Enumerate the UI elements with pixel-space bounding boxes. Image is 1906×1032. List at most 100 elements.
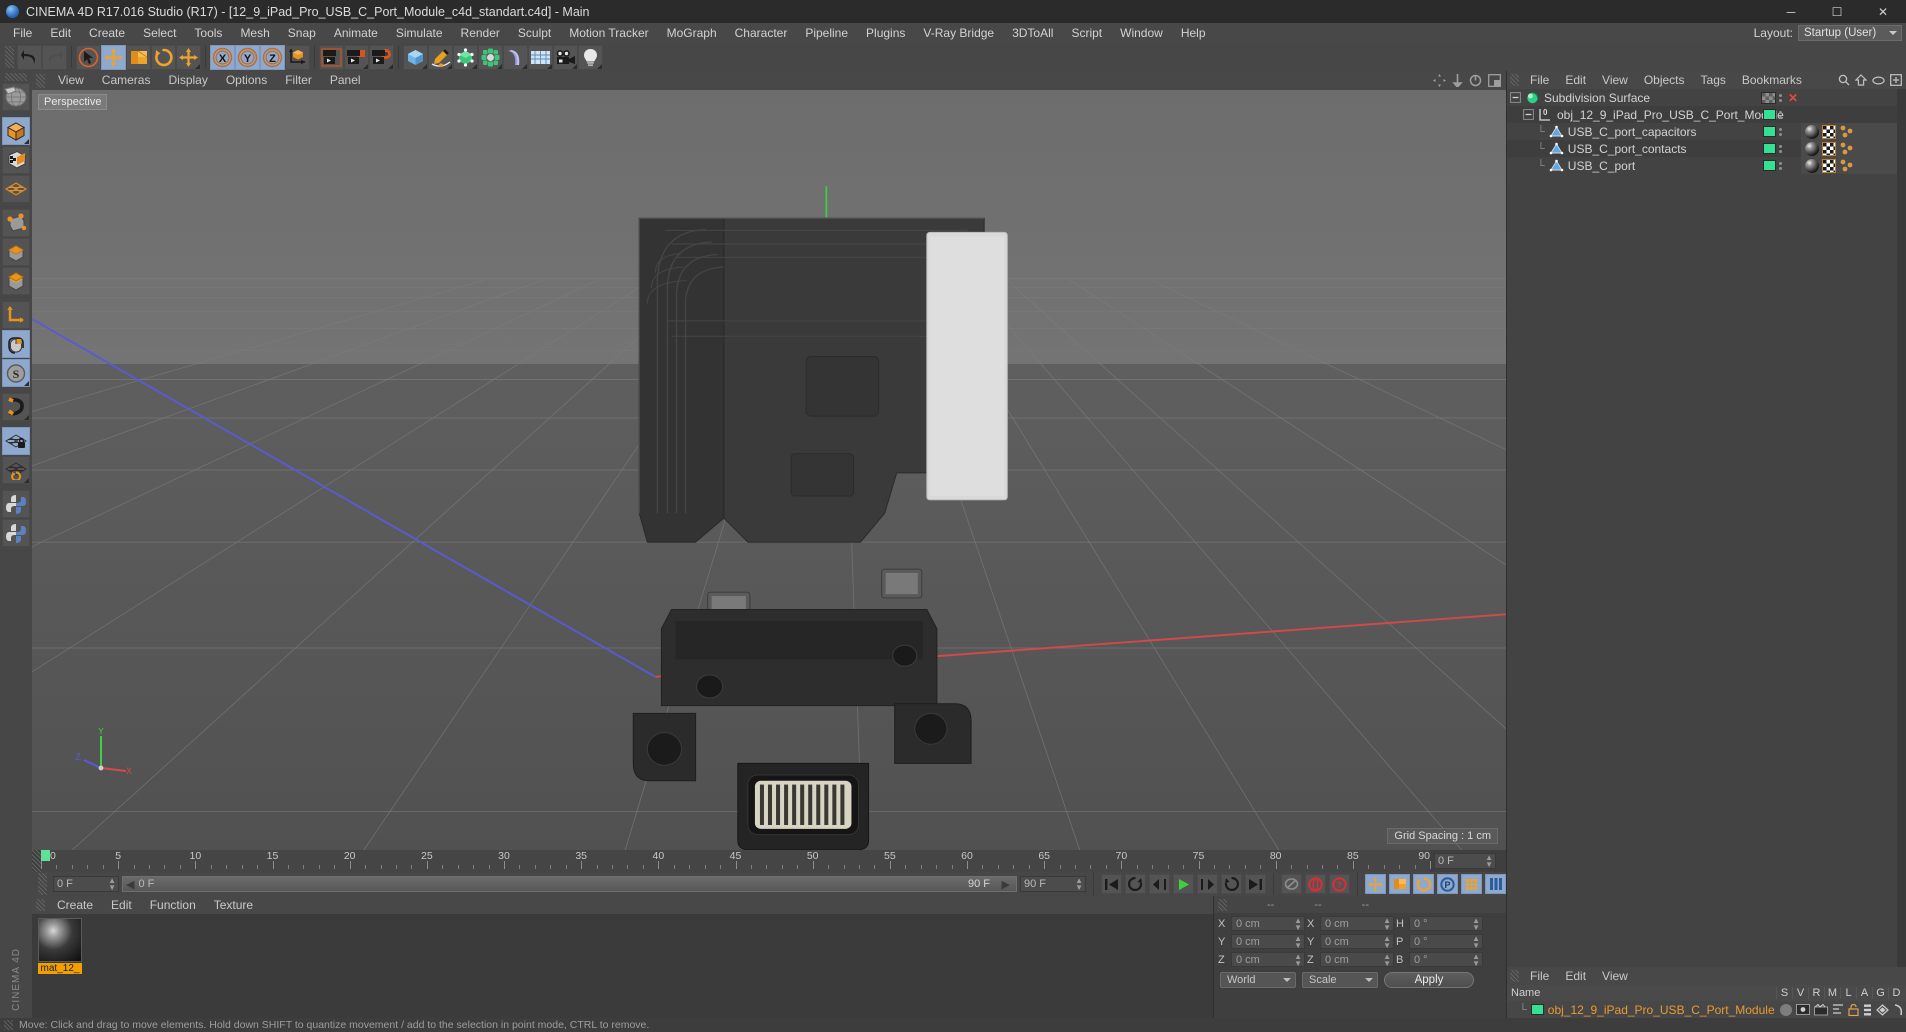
lock-x-axis-button[interactable]: X xyxy=(210,44,235,70)
coordinate-mode-dropdown[interactable]: Scale xyxy=(1302,972,1378,988)
viewport-menu-panel[interactable]: Panel xyxy=(321,71,370,90)
lock-flag-icon[interactable] xyxy=(1848,1003,1859,1016)
object-manager-grip[interactable] xyxy=(1510,74,1519,86)
animation-flag-icon[interactable] xyxy=(1863,1004,1872,1016)
world-coordinate-button[interactable] xyxy=(285,44,310,70)
enable-snap-button[interactable]: S xyxy=(2,359,30,387)
texture-tag-icon[interactable] xyxy=(1822,158,1836,173)
menu-3dtoall[interactable]: 3DToAll xyxy=(1003,23,1062,43)
column-v[interactable]: V xyxy=(1792,987,1808,999)
material-swatch-area[interactable]: mat_12_ xyxy=(32,914,1213,1018)
viewport-menu-view[interactable]: View xyxy=(49,71,93,90)
spinner-icon[interactable]: ▲ ▼ xyxy=(1383,952,1391,967)
orbit-icon[interactable] xyxy=(1469,74,1482,87)
spinner-icon[interactable]: ▲ ▼ xyxy=(1294,952,1302,967)
move-alt-button[interactable] xyxy=(176,44,201,70)
position-key-button[interactable] xyxy=(1365,874,1386,894)
attribute-menu-view[interactable]: View xyxy=(1594,967,1636,985)
spinner-icon[interactable]: ▲ ▼ xyxy=(1472,952,1480,967)
pan-icon[interactable] xyxy=(1433,74,1446,87)
menu-mesh[interactable]: Mesh xyxy=(231,23,278,43)
layout-dropdown[interactable]: Startup (User) xyxy=(1798,25,1902,41)
attribute-row[interactable]: └ obj_12_9_iPad_Pro_USB_C_Port_Module xyxy=(1507,1001,1906,1018)
generator-flag-icon[interactable] xyxy=(1876,1003,1889,1016)
coord-position-x-field[interactable]: 0 cm ▲ ▼ xyxy=(1231,916,1305,931)
current-frame-field[interactable]: 0 F ▲ ▼ xyxy=(53,876,119,892)
layer-color-chip[interactable] xyxy=(1530,1004,1544,1015)
material-menu-edit[interactable]: Edit xyxy=(102,896,141,914)
maximize-button[interactable]: ☐ xyxy=(1814,0,1860,23)
object-menu-view[interactable]: View xyxy=(1594,71,1636,89)
polygon-mode-button[interactable] xyxy=(2,267,30,295)
object-menu-edit[interactable]: Edit xyxy=(1557,71,1594,89)
attribute-menu-edit[interactable]: Edit xyxy=(1557,967,1594,985)
play-button[interactable] xyxy=(1173,874,1194,894)
menu-simulate[interactable]: Simulate xyxy=(387,23,452,43)
scale-tool-button[interactable] xyxy=(126,44,151,70)
coord-position-z-field[interactable]: 0 cm ▲ ▼ xyxy=(1231,952,1305,967)
python-generator-button[interactable] xyxy=(2,519,30,547)
coord-size-z-field[interactable]: 0 cm ▲ ▼ xyxy=(1320,952,1394,967)
spinner-icon[interactable]: ▲ ▼ xyxy=(1294,916,1302,931)
visibility-dots-icon[interactable] xyxy=(1776,93,1785,102)
redo-button[interactable] xyxy=(42,44,67,70)
menu-motion-tracker[interactable]: Motion Tracker xyxy=(560,23,657,43)
menu-create[interactable]: Create xyxy=(80,23,134,43)
spinner-icon[interactable]: ▲ ▼ xyxy=(108,877,116,892)
coord-rotation-h-field[interactable]: 0 ° ▲ ▼ xyxy=(1409,916,1483,931)
object-menu-objects[interactable]: Objects xyxy=(1636,71,1693,89)
object-row-capacitors[interactable]: └ USB_C_port_capacitors xyxy=(1507,123,1906,140)
menu-tools[interactable]: Tools xyxy=(185,23,231,43)
object-color-chip[interactable] xyxy=(1763,109,1776,120)
end-frame-field[interactable]: 90 F ▲ ▼ xyxy=(1020,876,1086,892)
manager-flag-icon[interactable] xyxy=(1832,1003,1844,1016)
material-tag-icon[interactable] xyxy=(1805,124,1819,139)
material-item[interactable]: mat_12_ xyxy=(38,918,82,1018)
range-left-arrow-icon[interactable]: ◀ xyxy=(126,878,134,891)
attribute-manager-grip[interactable] xyxy=(1510,970,1519,982)
make-editable-button[interactable] xyxy=(2,83,30,111)
material-menu-texture[interactable]: Texture xyxy=(205,896,262,914)
light-button[interactable] xyxy=(578,44,603,70)
axis-modify-button[interactable] xyxy=(2,301,30,329)
spinner-icon[interactable]: ▲ ▼ xyxy=(1294,934,1302,949)
rotate-tool-button[interactable] xyxy=(151,44,176,70)
object-row-subdivision-surface[interactable]: Subdivision Surface ✕ xyxy=(1507,89,1906,106)
autokey-button[interactable] xyxy=(1281,874,1302,894)
spinner-icon[interactable]: ▲ ▼ xyxy=(1383,934,1391,949)
material-preview-sphere[interactable] xyxy=(38,918,82,962)
minimize-button[interactable]: ─ xyxy=(1768,0,1814,23)
menu-file[interactable]: File xyxy=(4,23,41,43)
object-menu-file[interactable]: File xyxy=(1522,71,1557,89)
render-flag-icon[interactable] xyxy=(1814,1003,1828,1016)
visibility-dots-icon[interactable] xyxy=(1776,127,1785,136)
visibility-toggle-icon[interactable] xyxy=(1761,91,1776,104)
object-row-module[interactable]: 0 obj_12_9_iPad_Pro_USB_C_Port_Module xyxy=(1507,106,1906,123)
spinner-icon[interactable]: ▲ ▼ xyxy=(1383,916,1391,931)
object-color-chip[interactable] xyxy=(1763,160,1776,171)
menu-character[interactable]: Character xyxy=(726,23,797,43)
timeline-frame-field[interactable]: 0 F ▲ ▼ xyxy=(1434,853,1496,869)
timeline-ruler[interactable]: 0 5 10 15 20 25 30 35 40 45 50 55 60 65 70 75 80 85 90 0 F… xyxy=(32,850,1506,872)
step-forward-button[interactable] xyxy=(1197,874,1218,894)
next-keyframe-button[interactable] xyxy=(1221,874,1242,894)
record-active-button[interactable] xyxy=(1305,874,1326,894)
home-icon[interactable] xyxy=(1855,74,1867,86)
menu-select[interactable]: Select xyxy=(134,23,185,43)
spinner-icon[interactable]: ▲ ▼ xyxy=(1485,854,1493,869)
primitive-cube-button[interactable] xyxy=(403,44,428,70)
goto-end-button[interactable] xyxy=(1245,874,1266,894)
new-layer-icon[interactable] xyxy=(1890,74,1902,86)
apply-button[interactable]: Apply xyxy=(1384,972,1474,988)
menu-pipeline[interactable]: Pipeline xyxy=(796,23,857,43)
column-d[interactable]: D xyxy=(1888,987,1904,999)
menu-render[interactable]: Render xyxy=(452,23,509,43)
keyframe-selection-button[interactable]: ? xyxy=(1329,874,1350,894)
modeling-array-button[interactable] xyxy=(478,44,503,70)
coordinates-grip[interactable] xyxy=(1218,898,1227,911)
viewport-menu-cameras[interactable]: Cameras xyxy=(93,71,160,90)
range-right-arrow-icon[interactable]: ▶ xyxy=(1002,878,1010,891)
column-a[interactable]: A xyxy=(1856,987,1872,999)
attribute-menu-file[interactable]: File xyxy=(1522,967,1557,985)
point-mode-button[interactable] xyxy=(2,209,30,237)
